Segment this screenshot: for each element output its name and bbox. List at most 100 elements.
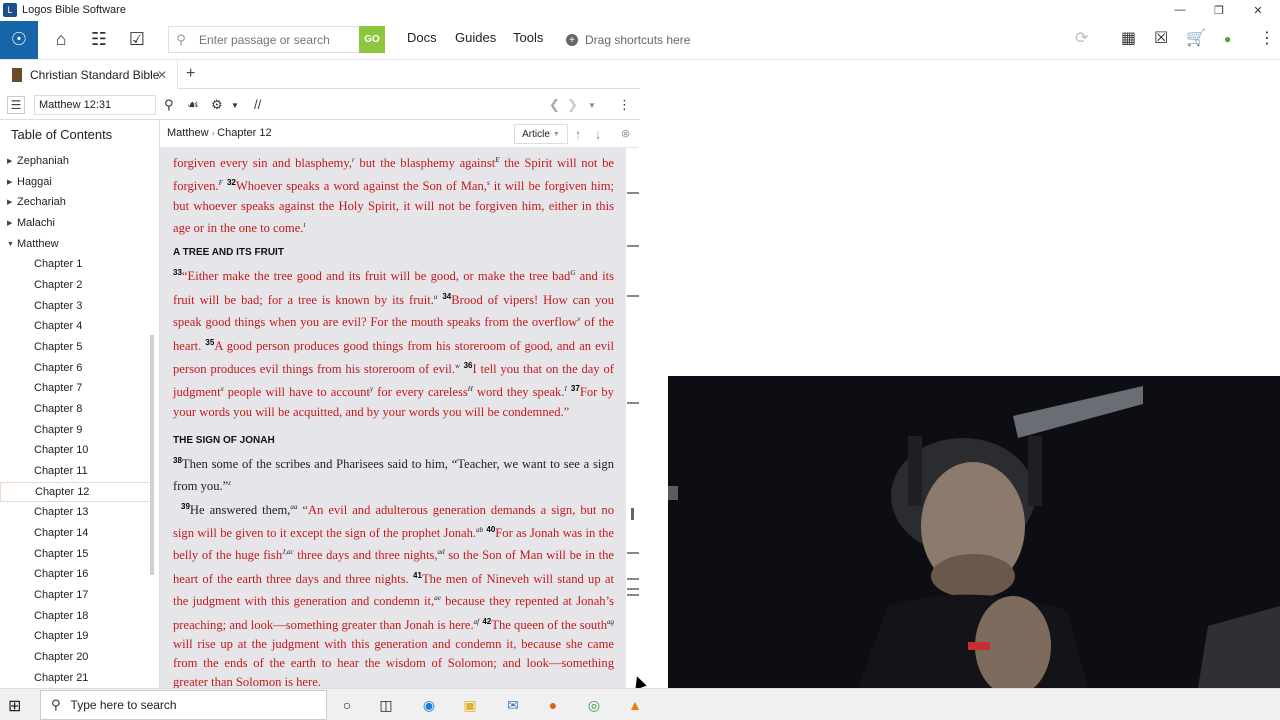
docs-menu[interactable]: Docs	[407, 30, 437, 45]
footnote-marker[interactable]: F	[219, 179, 223, 187]
previous-section-icon[interactable]: 🠑	[576, 127, 580, 146]
footnote-marker[interactable]: I	[564, 385, 566, 393]
restore-button[interactable]: ❐	[1199, 0, 1239, 20]
verse-number[interactable]: 40	[486, 525, 495, 534]
logos-home-icon[interactable]: ☉	[0, 20, 38, 59]
close-header-icon[interactable]: ⊗	[621, 127, 630, 140]
more-menu-icon[interactable]: ⋮	[1259, 28, 1275, 48]
file-explorer-icon[interactable]: ▣	[460, 695, 480, 715]
breadcrumb-chapter[interactable]: Chapter 12	[217, 127, 271, 139]
toc-scrollbar[interactable]	[150, 335, 154, 575]
search-icon[interactable]: ⚲	[164, 97, 174, 113]
toc-chapter-selected[interactable]: Chapter 12	[0, 482, 152, 502]
verse-number[interactable]: 39	[181, 502, 190, 511]
toc-chapter[interactable]: Chapter 15	[34, 544, 88, 564]
toc-chapter[interactable]: Chapter 7	[34, 378, 82, 398]
toc-chapter[interactable]: Chapter 20	[34, 647, 88, 667]
history-dropdown-icon[interactable]: ▼	[588, 101, 596, 110]
shortcuts-area[interactable]: + Drag shortcuts here	[566, 33, 690, 47]
toc-book-malachi[interactable]: ▶ Malachi	[7, 213, 55, 233]
toc-book-zephaniah[interactable]: ▶ Zephaniah	[7, 151, 69, 171]
minimize-button[interactable]: —	[1160, 0, 1200, 20]
library-icon[interactable]: ☷	[80, 21, 118, 59]
close-tab-icon[interactable]: ✕	[157, 68, 167, 82]
footnote-marker[interactable]: z	[228, 479, 231, 487]
mail-icon[interactable]: ✉	[503, 695, 523, 715]
view-mode-dropdown[interactable]: Article ▼	[514, 124, 568, 144]
tab-csb[interactable]: Christian Standard Bible ✕	[0, 60, 178, 89]
tools-menu[interactable]: Tools	[513, 30, 543, 45]
toc-chapter[interactable]: Chapter 18	[34, 606, 88, 626]
go-button[interactable]: GO	[359, 26, 385, 53]
cortana-icon[interactable]: ○	[337, 695, 357, 715]
link-set-icon[interactable]: //	[254, 97, 261, 112]
forward-icon[interactable]: ❯	[567, 97, 578, 113]
toc-chapter[interactable]: Chapter 3	[34, 296, 82, 316]
reference-input[interactable]: Matthew 12:31	[34, 95, 156, 115]
toc-chapter[interactable]: Chapter 2	[34, 275, 82, 295]
toc-chapter[interactable]: Chapter 4	[34, 316, 82, 336]
toc-chapter[interactable]: Chapter 10	[34, 440, 88, 460]
scroll-thumb[interactable]	[631, 508, 634, 520]
toc-chapter[interactable]: Chapter 16	[34, 564, 88, 584]
toc-book-matthew[interactable]: ▼ Matthew	[7, 234, 59, 254]
footnote-marker[interactable]: ab	[476, 526, 483, 534]
toc-chapter[interactable]: Chapter 11	[34, 461, 88, 481]
footnote-marker[interactable]: J,ac	[282, 548, 293, 556]
windows-start-icon[interactable]: ⊞	[8, 696, 21, 716]
add-tab-icon[interactable]: +	[186, 65, 195, 83]
account-icon[interactable]: ●	[1224, 32, 1231, 46]
passage-search-input[interactable]	[199, 32, 359, 47]
panel-undock-icon[interactable]: ☒	[1154, 28, 1168, 48]
vlc-icon[interactable]: ▲	[625, 695, 645, 715]
toc-chapter[interactable]: Chapter 8	[34, 399, 82, 419]
verse-number[interactable]: 42	[482, 617, 491, 626]
verse-number[interactable]: 41	[413, 571, 422, 580]
footnote-marker[interactable]: af	[474, 618, 479, 626]
firefox-icon[interactable]: ●	[543, 695, 563, 715]
toc-chapter[interactable]: Chapter 9	[34, 420, 82, 440]
toc-chapter[interactable]: Chapter 1	[34, 254, 82, 274]
verse-number[interactable]: 36	[464, 361, 473, 370]
toc-chapter[interactable]: Chapter 14	[34, 523, 88, 543]
footnote-marker[interactable]: ae	[434, 594, 441, 602]
task-view-icon[interactable]: ◫	[376, 695, 396, 715]
document-scrollbar[interactable]	[626, 148, 639, 688]
toc-chapter[interactable]: Chapter 21	[34, 668, 88, 688]
verse-number[interactable]: 32	[227, 178, 236, 187]
breadcrumb-book[interactable]: Matthew	[167, 127, 209, 139]
footnote-marker[interactable]: t	[303, 221, 305, 229]
home-icon[interactable]: ⌂	[42, 21, 80, 59]
verse-number[interactable]: 37	[571, 384, 580, 393]
taskbar-search[interactable]: ⚲ Type here to search	[40, 690, 327, 720]
panel-menu-icon[interactable]: ☰	[7, 96, 25, 114]
verse-number[interactable]: 38	[173, 456, 182, 465]
close-window-button[interactable]: ✕	[1238, 0, 1278, 20]
back-icon[interactable]: ❮	[549, 97, 560, 113]
panel-more-icon[interactable]: ⋮	[618, 97, 631, 113]
next-section-icon[interactable]: 🠓	[596, 127, 600, 146]
verse-number[interactable]: 35	[205, 338, 214, 347]
toc-chapter[interactable]: Chapter 6	[34, 358, 82, 378]
footnote-marker[interactable]: u	[434, 293, 438, 301]
footnote-marker[interactable]: ad	[438, 548, 445, 556]
footnote-marker[interactable]: ag	[607, 618, 614, 626]
verse-number[interactable]: 34	[442, 292, 451, 301]
visual-filter-icon[interactable]: ☙	[187, 97, 199, 113]
toc-book-haggai[interactable]: ▶ Haggai	[7, 172, 52, 192]
parallel-resources-icon[interactable]: ⚙	[211, 97, 223, 113]
guides-menu[interactable]: Guides	[455, 30, 496, 45]
toc-chapter[interactable]: Chapter 13	[34, 502, 88, 522]
layouts-icon[interactable]: ▦	[1121, 28, 1136, 48]
edge-icon[interactable]: ◉	[419, 695, 439, 715]
sync-icon[interactable]: ⟳	[1075, 28, 1088, 48]
footnote-marker[interactable]: w	[455, 362, 460, 370]
verse-number[interactable]: 33	[173, 268, 182, 277]
toc-chapter[interactable]: Chapter 5	[34, 337, 82, 357]
tasks-icon[interactable]: ☑	[118, 21, 156, 59]
chrome-icon[interactable]: ◎	[584, 695, 604, 715]
toc-chapter[interactable]: Chapter 17	[34, 585, 88, 605]
dropdown-icon[interactable]: ▼	[231, 101, 239, 110]
cart-icon[interactable]: 🛒	[1186, 28, 1206, 48]
toc-chapter[interactable]: Chapter 19	[34, 626, 88, 646]
